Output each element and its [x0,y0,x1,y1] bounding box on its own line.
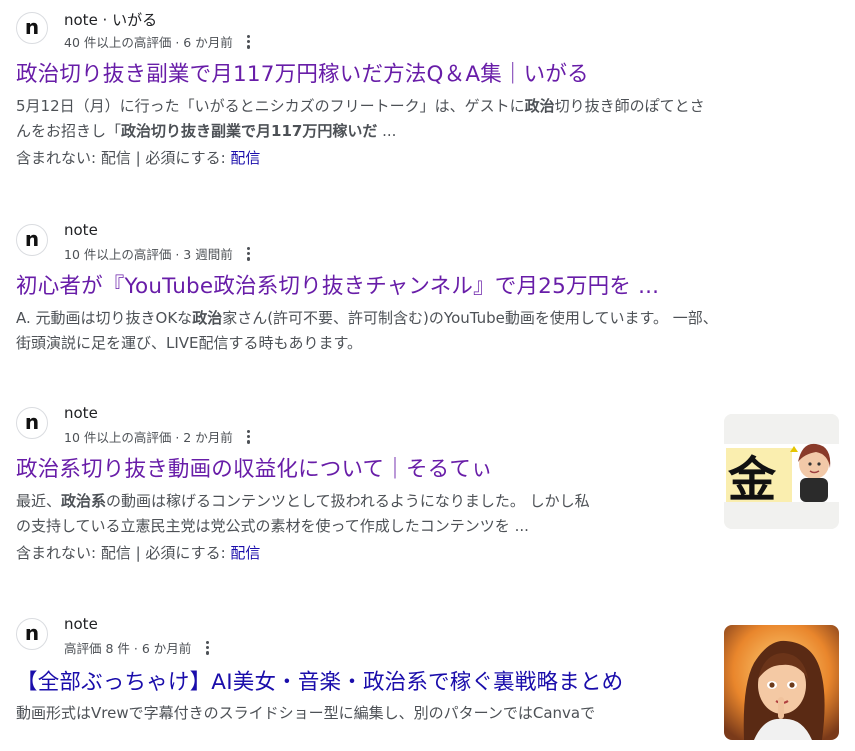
more-options-icon[interactable] [245,34,253,49]
result-title-link[interactable]: 政治系切り抜き動画の収益化について｜そるてぃ [16,455,839,485]
more-options-icon[interactable] [245,246,253,261]
site-favicon: n [16,12,48,44]
thumbnail-image: 金 [724,414,839,529]
search-result: n note 10 件以上の高評価 · 3 週間前 初心者が『YouTube政治… [16,221,839,356]
result-snippet: 5月12日（月）に行った「いがるとニシカズのフリートーク」は、ゲストに政治切り抜… [16,97,705,140]
result-meta: 40 件以上の高評価 · 6 か月前 [64,32,253,51]
result-snippet: 最近、政治系の動画は稼げるコンテンツとして扱われるようになりました。 しかし私 … [16,492,590,535]
result-title-link[interactable]: 【全部ぶっちゃけ】AI美女・音楽・政治系で稼ぐ裏戦略まとめ [16,666,706,699]
result-source[interactable]: n note 10 件以上の高評価 · 2 か月前 [16,404,839,451]
result-meta: 10 件以上の高評価 · 3 週間前 [64,244,253,263]
result-thumbnail[interactable] [724,625,839,740]
result-meta: 高評価 8 件 · 6 か月前 [64,638,211,657]
search-result: n note · いがる 40 件以上の高評価 · 6 か月前 政治切り抜き副業… [16,11,839,171]
result-meta: 10 件以上の高評価 · 2 か月前 [64,427,253,446]
site-favicon: n [16,407,48,439]
site-name: note [64,404,98,422]
site-favicon: n [16,224,48,256]
result-snippet: A. 元動画は切り抜きOKな政治家さん(許可不要、許可制含む)のYouTube動… [16,309,718,352]
result-snippet: 動画形式はVrewで字幕付きのスライドショー型に編集し、別のパターンではCanv… [16,704,596,722]
more-options-icon[interactable] [203,640,211,655]
result-source[interactable]: n note 10 件以上の高評価 · 3 週間前 [16,221,839,268]
result-source[interactable]: n note · いがる 40 件以上の高評価 · 6 か月前 [16,11,839,56]
search-result: n note 10 件以上の高評価 · 2 か月前 政治系切り抜き動画の収益化に… [16,404,839,566]
require-term-link[interactable]: 配信 [230,149,260,167]
result-title-link[interactable]: 政治切り抜き副業で月117万円稼いだ方法Q＆A集｜いがる [16,60,839,90]
missing-terms: 含まれない: 配信 | 必須にする: 配信 [16,544,261,562]
thumbnail-kanji: 金 [727,452,777,508]
more-options-icon[interactable] [245,429,253,444]
thumbnail-image [724,625,839,740]
site-name: note · いがる [64,11,158,29]
missing-terms: 含まれない: 配信 | 必須にする: 配信 [16,149,261,167]
site-name: note [64,615,98,633]
site-favicon: n [16,618,48,650]
result-source[interactable]: n note 高評価 8 件 · 6 か月前 [16,615,839,662]
search-result: n note 高評価 8 件 · 6 か月前 【全部ぶっちゃけ】AI美女・音楽・… [16,615,839,740]
result-thumbnail[interactable]: 金 [724,414,839,529]
require-term-link[interactable]: 配信 [230,544,260,562]
result-title-link[interactable]: 初心者が『YouTube政治系切り抜きチャンネル』で月25万円を ... [16,272,839,302]
site-name: note [64,221,98,239]
